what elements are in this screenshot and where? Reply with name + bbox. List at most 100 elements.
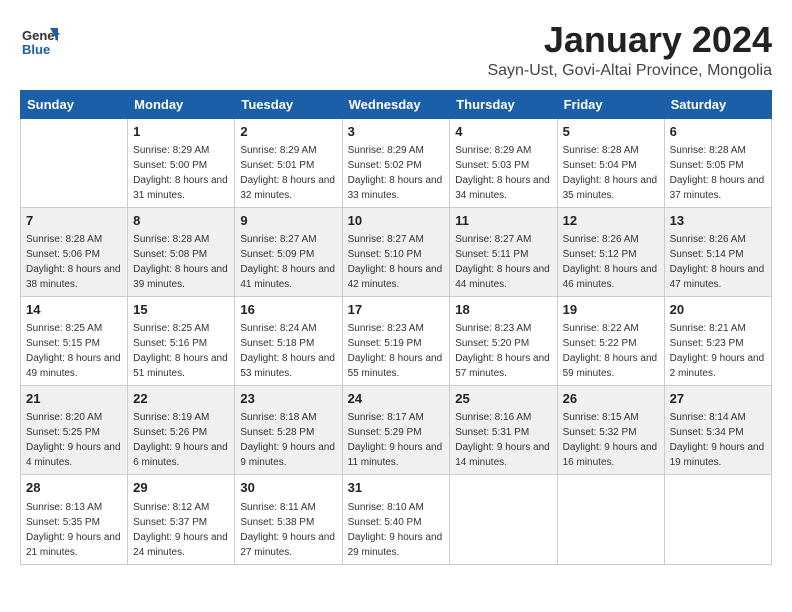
calendar-cell: 18 Sunrise: 8:23 AM Sunset: 5:20 PM Dayli… — [450, 296, 557, 385]
day-number: 20 — [670, 301, 766, 319]
calendar-cell: 23 Sunrise: 8:18 AM Sunset: 5:28 PM Dayli… — [235, 386, 342, 475]
day-info: Sunrise: 8:29 AM Sunset: 5:01 PM Dayligh… — [240, 143, 336, 203]
calendar-cell: 3Sunrise: 8:29 AM Sunset: 5:02 PM Daylig… — [342, 118, 450, 207]
day-number: 3 — [348, 123, 445, 141]
day-number: 12 — [563, 212, 659, 230]
day-number: 24 — [348, 390, 445, 408]
day-number: 5 — [563, 123, 659, 141]
day-number: 11 — [455, 212, 551, 230]
day-info: Sunrise: 8:23 AM Sunset: 5:19 PM Dayligh… — [348, 321, 445, 381]
day-number: 6 — [670, 123, 766, 141]
logo: General Blue — [20, 20, 64, 60]
page-header: General Blue January 2024 Sayn-Ust, Govi… — [20, 20, 772, 80]
day-number: 14 — [26, 301, 122, 319]
week-row-0: 1 Sunrise: 8:29 AM Sunset: 5:00 PM Daylig… — [21, 118, 772, 207]
day-info: Sunrise: 8:29 AM Sunset: 5:00 PM Dayligh… — [133, 143, 229, 203]
calendar-cell: 7Sunrise: 8:28 AM Sunset: 5:06 PM Daylig… — [21, 207, 128, 296]
calendar-cell: 24 Sunrise: 8:17 AM Sunset: 5:29 PM Dayli… — [342, 386, 450, 475]
day-info: Sunrise: 8:20 AM Sunset: 5:25 PM Dayligh… — [26, 410, 122, 470]
calendar-cell: 13 Sunrise: 8:26 AM Sunset: 5:14 PM Dayli… — [664, 207, 771, 296]
day-info: Sunrise: 8:22 AM Sunset: 5:22 PM Dayligh… — [563, 321, 659, 381]
calendar-cell: 27 Sunrise: 8:14 AM Sunset: 5:34 PM Dayli… — [664, 386, 771, 475]
calendar-cell: 14Sunrise: 8:25 AM Sunset: 5:15 PM Dayli… — [21, 296, 128, 385]
day-number: 18 — [455, 301, 551, 319]
day-info: Sunrise: 8:25 AM Sunset: 5:16 PM Dayligh… — [133, 321, 229, 381]
day-number: 26 — [563, 390, 659, 408]
week-row-1: 7Sunrise: 8:28 AM Sunset: 5:06 PM Daylig… — [21, 207, 772, 296]
week-row-4: 28Sunrise: 8:13 AM Sunset: 5:35 PM Dayli… — [21, 475, 772, 564]
day-info: Sunrise: 8:10 AM Sunset: 5:40 PM Dayligh… — [348, 500, 445, 560]
day-header-thursday: Thursday — [450, 90, 557, 118]
day-number: 15 — [133, 301, 229, 319]
day-info: Sunrise: 8:28 AM Sunset: 5:06 PM Dayligh… — [26, 232, 122, 292]
day-info: Sunrise: 8:13 AM Sunset: 5:35 PM Dayligh… — [26, 500, 122, 560]
title-block: January 2024 Sayn-Ust, Govi-Altai Provin… — [487, 20, 772, 80]
day-header-friday: Friday — [557, 90, 664, 118]
day-info: Sunrise: 8:26 AM Sunset: 5:12 PM Dayligh… — [563, 232, 659, 292]
day-info: Sunrise: 8:24 AM Sunset: 5:18 PM Dayligh… — [240, 321, 336, 381]
day-number: 21 — [26, 390, 122, 408]
day-info: Sunrise: 8:17 AM Sunset: 5:29 PM Dayligh… — [348, 410, 445, 470]
day-info: Sunrise: 8:27 AM Sunset: 5:10 PM Dayligh… — [348, 232, 445, 292]
calendar-cell: 6Sunrise: 8:28 AM Sunset: 5:05 PM Daylig… — [664, 118, 771, 207]
day-number: 13 — [670, 212, 766, 230]
calendar-cell: 12 Sunrise: 8:26 AM Sunset: 5:12 PM Dayli… — [557, 207, 664, 296]
calendar-cell: 22 Sunrise: 8:19 AM Sunset: 5:26 PM Dayli… — [128, 386, 235, 475]
calendar-cell: 16Sunrise: 8:24 AM Sunset: 5:18 PM Dayli… — [235, 296, 342, 385]
calendar-cell — [664, 475, 771, 564]
calendar-cell — [450, 475, 557, 564]
day-header-sunday: Sunday — [21, 90, 128, 118]
day-info: Sunrise: 8:19 AM Sunset: 5:26 PM Dayligh… — [133, 410, 229, 470]
calendar-cell — [21, 118, 128, 207]
calendar-cell: 8 Sunrise: 8:28 AM Sunset: 5:08 PM Daylig… — [128, 207, 235, 296]
calendar-cell — [557, 475, 664, 564]
week-row-2: 14Sunrise: 8:25 AM Sunset: 5:15 PM Dayli… — [21, 296, 772, 385]
day-number: 9 — [240, 212, 336, 230]
day-number: 2 — [240, 123, 336, 141]
calendar-cell: 10 Sunrise: 8:27 AM Sunset: 5:10 PM Dayli… — [342, 207, 450, 296]
calendar-cell: 21 Sunrise: 8:20 AM Sunset: 5:25 PM Dayli… — [21, 386, 128, 475]
day-info: Sunrise: 8:18 AM Sunset: 5:28 PM Dayligh… — [240, 410, 336, 470]
calendar-cell: 2 Sunrise: 8:29 AM Sunset: 5:01 PM Daylig… — [235, 118, 342, 207]
day-number: 4 — [455, 123, 551, 141]
day-info: Sunrise: 8:21 AM Sunset: 5:23 PM Dayligh… — [670, 321, 766, 381]
day-number: 31 — [348, 479, 445, 497]
day-info: Sunrise: 8:26 AM Sunset: 5:14 PM Dayligh… — [670, 232, 766, 292]
calendar-cell: 1 Sunrise: 8:29 AM Sunset: 5:00 PM Daylig… — [128, 118, 235, 207]
day-info: Sunrise: 8:28 AM Sunset: 5:08 PM Dayligh… — [133, 232, 229, 292]
day-number: 1 — [133, 123, 229, 141]
day-number: 8 — [133, 212, 229, 230]
calendar-cell: 25 Sunrise: 8:16 AM Sunset: 5:31 PM Dayli… — [450, 386, 557, 475]
day-number: 27 — [670, 390, 766, 408]
day-info: Sunrise: 8:29 AM Sunset: 5:03 PM Dayligh… — [455, 143, 551, 203]
calendar-cell: 17 Sunrise: 8:23 AM Sunset: 5:19 PM Dayli… — [342, 296, 450, 385]
week-row-3: 21 Sunrise: 8:20 AM Sunset: 5:25 PM Dayli… — [21, 386, 772, 475]
day-header-tuesday: Tuesday — [235, 90, 342, 118]
calendar-cell: 19 Sunrise: 8:22 AM Sunset: 5:22 PM Dayli… — [557, 296, 664, 385]
day-header-wednesday: Wednesday — [342, 90, 450, 118]
day-info: Sunrise: 8:23 AM Sunset: 5:20 PM Dayligh… — [455, 321, 551, 381]
location-subtitle: Sayn-Ust, Govi-Altai Province, Mongolia — [487, 62, 772, 80]
day-number: 29 — [133, 479, 229, 497]
day-number: 22 — [133, 390, 229, 408]
day-info: Sunrise: 8:14 AM Sunset: 5:34 PM Dayligh… — [670, 410, 766, 470]
day-header-monday: Monday — [128, 90, 235, 118]
calendar-cell: 26 Sunrise: 8:15 AM Sunset: 5:32 PM Dayli… — [557, 386, 664, 475]
day-info: Sunrise: 8:12 AM Sunset: 5:37 PM Dayligh… — [133, 500, 229, 560]
calendar-table: SundayMondayTuesdayWednesdayThursdayFrid… — [20, 90, 772, 565]
day-number: 25 — [455, 390, 551, 408]
day-number: 10 — [348, 212, 445, 230]
day-info: Sunrise: 8:16 AM Sunset: 5:31 PM Dayligh… — [455, 410, 551, 470]
header-row: SundayMondayTuesdayWednesdayThursdayFrid… — [21, 90, 772, 118]
calendar-cell: 4 Sunrise: 8:29 AM Sunset: 5:03 PM Daylig… — [450, 118, 557, 207]
day-number: 17 — [348, 301, 445, 319]
day-number: 23 — [240, 390, 336, 408]
day-info: Sunrise: 8:15 AM Sunset: 5:32 PM Dayligh… — [563, 410, 659, 470]
day-info: Sunrise: 8:28 AM Sunset: 5:04 PM Dayligh… — [563, 143, 659, 203]
day-number: 19 — [563, 301, 659, 319]
calendar-cell: 9Sunrise: 8:27 AM Sunset: 5:09 PM Daylig… — [235, 207, 342, 296]
calendar-cell: 31 Sunrise: 8:10 AM Sunset: 5:40 PM Dayli… — [342, 475, 450, 564]
calendar-cell: 30Sunrise: 8:11 AM Sunset: 5:38 PM Dayli… — [235, 475, 342, 564]
calendar-cell: 20 Sunrise: 8:21 AM Sunset: 5:23 PM Dayli… — [664, 296, 771, 385]
calendar-cell: 11Sunrise: 8:27 AM Sunset: 5:11 PM Dayli… — [450, 207, 557, 296]
